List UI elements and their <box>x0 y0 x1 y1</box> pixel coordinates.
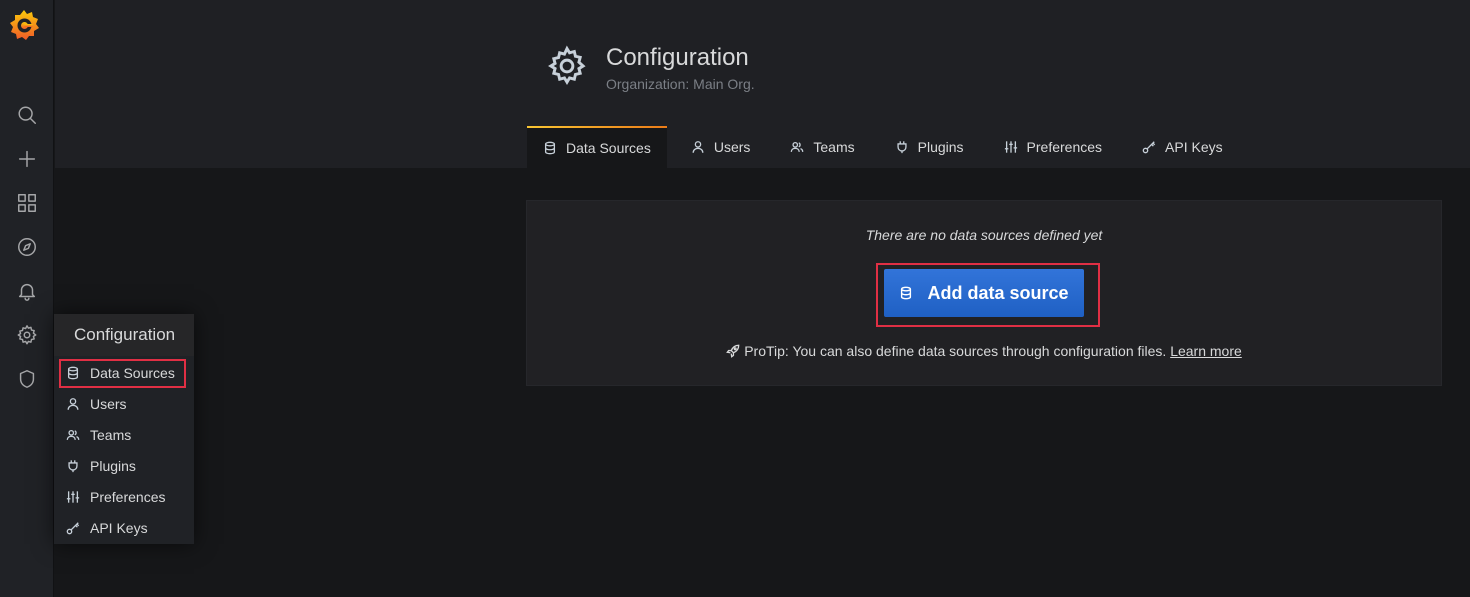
tab-teams[interactable]: Teams <box>774 126 870 168</box>
dropdown-item-label: API Keys <box>90 520 148 536</box>
tab-label: Plugins <box>917 139 964 155</box>
key-icon <box>1142 141 1156 154</box>
dropdown-item-preferences[interactable]: Preferences <box>66 484 186 510</box>
explore-icon[interactable] <box>0 227 54 267</box>
database-icon <box>67 366 79 380</box>
tab-label: Teams <box>813 139 855 155</box>
empty-state-panel: There are no data sources defined yet Ad… <box>526 200 1442 386</box>
sidebar <box>0 0 54 597</box>
plus-icon[interactable] <box>0 139 54 179</box>
tab-label: Users <box>713 139 751 155</box>
tab-plugins[interactable]: Plugins <box>879 126 980 168</box>
tab-preferences[interactable]: Preferences <box>988 126 1118 168</box>
configuration-icon[interactable] <box>0 315 54 355</box>
shield-icon[interactable] <box>0 359 54 399</box>
tab-data-sources[interactable]: Data Sources <box>527 126 667 168</box>
database-icon <box>544 141 556 155</box>
gear-icon <box>545 44 589 88</box>
rocket-icon <box>726 344 740 358</box>
dropdown-item-label: Preferences <box>90 489 166 505</box>
tab-label: API Keys <box>1165 139 1223 155</box>
dropdown-item-label: Users <box>90 396 127 412</box>
dropdown-item-label: Data Sources <box>90 365 175 381</box>
dropdown-item-teams[interactable]: Teams <box>66 422 186 448</box>
learn-more-link[interactable]: Learn more <box>1170 343 1242 359</box>
tab-api-keys[interactable]: API Keys <box>1126 126 1239 168</box>
users-icon <box>791 141 804 152</box>
tab-users[interactable]: Users <box>675 126 767 168</box>
user-icon <box>692 141 704 153</box>
plug-icon <box>897 141 907 154</box>
key-icon <box>66 522 80 535</box>
page-subtitle: Organization: Main Org. <box>606 76 755 92</box>
page-header: Configuration Organization: Main Org. Da… <box>55 0 1470 168</box>
tab-label: Data Sources <box>566 140 651 156</box>
sliders-icon <box>66 491 80 503</box>
page-title: Configuration <box>606 44 749 71</box>
users-icon <box>66 429 80 440</box>
tab-bar: Data Sources Users Teams Plugins Prefere… <box>527 126 1247 168</box>
alerting-icon[interactable] <box>0 271 54 311</box>
sliders-icon <box>1004 141 1017 153</box>
add-data-source-button[interactable]: Add data source <box>884 269 1084 317</box>
protip: ProTip: You can also define data sources… <box>527 343 1441 359</box>
protip-text: ProTip: You can also define data sources… <box>744 343 1171 359</box>
grafana-logo[interactable] <box>8 8 40 42</box>
plug-icon <box>68 460 78 473</box>
dropdown-item-plugins[interactable]: Plugins <box>66 453 186 479</box>
tab-label: Preferences <box>1026 139 1103 155</box>
dropdown-item-label: Plugins <box>90 458 136 474</box>
database-icon <box>901 286 912 300</box>
dropdown-item-api-keys[interactable]: API Keys <box>66 515 186 541</box>
add-data-source-label: Add data source <box>927 282 1069 303</box>
search-icon[interactable] <box>0 95 54 135</box>
user-icon <box>67 398 79 410</box>
empty-state-message: There are no data sources defined yet <box>865 227 1103 243</box>
dropdown-item-label: Teams <box>90 427 132 443</box>
configuration-dropdown: Configuration Data Sources Users Teams P… <box>54 314 194 544</box>
dropdown-item-users[interactable]: Users <box>66 391 186 417</box>
dropdown-item-data-sources[interactable]: Data Sources <box>66 360 186 386</box>
dashboards-icon[interactable] <box>0 183 54 223</box>
dropdown-title[interactable]: Configuration <box>54 314 194 356</box>
